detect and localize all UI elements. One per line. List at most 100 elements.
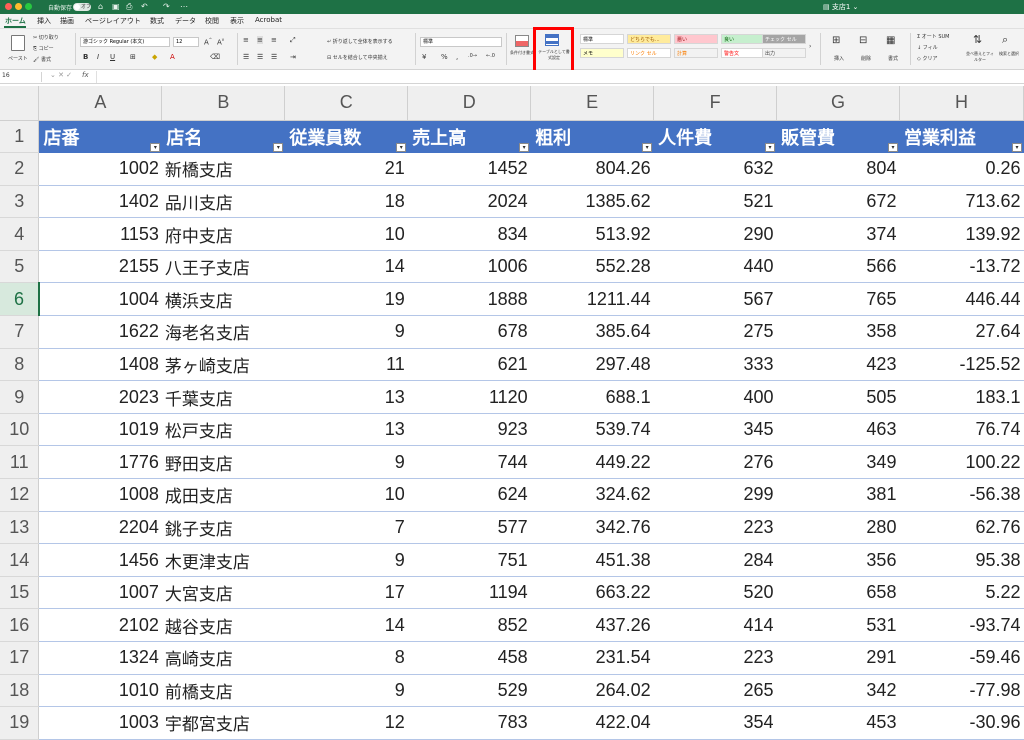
cell-a[interactable]: 2023 <box>38 380 162 414</box>
cell-e[interactable]: 385.64 <box>530 315 654 349</box>
cell-h[interactable]: 446.44 <box>899 282 1024 317</box>
redo-icon[interactable]: ↷ <box>163 2 170 11</box>
tab-draw[interactable]: 描画 <box>60 16 74 26</box>
cell-c[interactable]: 7 <box>284 511 408 545</box>
cell-e[interactable]: 449.22 <box>530 445 654 480</box>
cell-d[interactable]: 751 <box>407 543 531 577</box>
cell-g[interactable]: 280 <box>776 511 900 545</box>
font-color-icon[interactable]: A <box>170 53 175 61</box>
format-cells-button[interactable]: ▦ 書式 <box>882 33 904 65</box>
cell-g[interactable]: 463 <box>776 413 900 447</box>
tab-insert[interactable]: 挿入 <box>37 16 51 26</box>
column-header-h[interactable]: H <box>899 86 1024 121</box>
cell-h[interactable]: 76.74 <box>899 413 1024 447</box>
filter-dropdown-icon[interactable]: ▾ <box>1012 142 1022 152</box>
cell-g[interactable]: 672 <box>776 185 900 219</box>
autosum-button[interactable]: Σ オート SUM <box>917 33 950 40</box>
cell-b[interactable]: 府中支店 <box>161 217 285 251</box>
cell-h[interactable]: 139.92 <box>899 217 1024 251</box>
filter-dropdown-icon[interactable]: ▾ <box>519 142 530 152</box>
style-linked-cell[interactable]: リンク セル <box>627 48 671 58</box>
cell-e[interactable]: 342.76 <box>530 511 654 545</box>
paste-button[interactable]: ペースト <box>6 33 32 63</box>
cell-f[interactable]: 290 <box>653 217 777 251</box>
cell-d[interactable]: 834 <box>407 217 531 251</box>
cell-f[interactable]: 275 <box>653 315 777 349</box>
cell-g[interactable]: 804 <box>776 152 900 186</box>
cell-c[interactable]: 10 <box>284 217 408 251</box>
column-header-f[interactable]: F <box>653 86 778 121</box>
cell-a[interactable]: 1622 <box>38 315 162 349</box>
cell-g[interactable]: 765 <box>776 282 900 317</box>
cell-c[interactable]: 12 <box>284 706 408 740</box>
cell-d[interactable]: 1888 <box>407 282 531 317</box>
cell-g[interactable]: 453 <box>776 706 900 740</box>
cell-a[interactable]: 1153 <box>38 217 162 251</box>
cell-h[interactable]: 27.64 <box>899 315 1024 349</box>
cell-b[interactable]: 大宮支店 <box>161 576 285 610</box>
filter-dropdown-icon[interactable]: ▾ <box>150 142 161 152</box>
formula-input[interactable] <box>96 71 1020 83</box>
cell-c[interactable]: 13 <box>284 380 408 414</box>
number-format-select[interactable]: 標準 <box>420 37 502 47</box>
indent-icon[interactable]: ⇥ <box>290 53 296 61</box>
cell-e[interactable]: 1211.44 <box>530 282 654 317</box>
cell-d[interactable]: 1120 <box>407 380 531 414</box>
row-header[interactable]: 9 <box>0 380 40 414</box>
cell-b[interactable]: 品川支店 <box>161 185 285 219</box>
home-icon[interactable]: ⌂ <box>98 2 103 11</box>
cell-f[interactable]: 223 <box>653 641 777 675</box>
cell-d[interactable]: 744 <box>407 445 531 480</box>
cell-a[interactable]: 1776 <box>38 445 162 480</box>
cell-c[interactable]: 14 <box>284 250 408 284</box>
cell-a[interactable]: 1010 <box>38 674 162 708</box>
wrap-text-button[interactable]: ↵ 折り返して全体を表示する <box>327 38 393 45</box>
cell-d[interactable]: 2024 <box>407 185 531 219</box>
table-header-cell[interactable]: 店番 ▾ <box>38 120 163 153</box>
cell-d[interactable]: 529 <box>407 674 531 708</box>
cell-f[interactable]: 632 <box>653 152 777 186</box>
cell-h[interactable]: 5.22 <box>899 576 1024 610</box>
cell-d[interactable]: 621 <box>407 348 531 382</box>
filter-dropdown-icon[interactable]: ▾ <box>273 142 284 152</box>
cell-b[interactable]: 茅ヶ崎支店 <box>161 348 285 382</box>
cell-e[interactable]: 451.38 <box>530 543 654 577</box>
cell-g[interactable]: 356 <box>776 543 900 577</box>
cell-b[interactable]: 海老名支店 <box>161 315 285 349</box>
fill-button[interactable]: ↓ フィル <box>917 44 938 51</box>
align-bottom-icon[interactable]: ≡ <box>271 36 277 44</box>
style-calculation[interactable]: 計算 <box>674 48 718 58</box>
cell-d[interactable]: 923 <box>407 413 531 447</box>
cell-a[interactable]: 1004 <box>38 282 162 317</box>
cell-b[interactable]: 野田支店 <box>161 445 285 480</box>
cell-b[interactable]: 越谷支店 <box>161 608 285 642</box>
column-header-g[interactable]: G <box>776 86 900 121</box>
decrease-decimal-icon[interactable]: ←.0 <box>486 53 495 59</box>
cell-c[interactable]: 9 <box>284 315 408 349</box>
row-header[interactable]: 10 <box>0 413 40 447</box>
tab-view[interactable]: 表示 <box>230 16 244 26</box>
cell-g[interactable]: 374 <box>776 217 900 251</box>
cell-e[interactable]: 552.28 <box>530 250 654 284</box>
italic-button[interactable]: I <box>97 53 99 61</box>
cell-c[interactable]: 13 <box>284 413 408 447</box>
cell-c[interactable]: 10 <box>284 478 408 512</box>
cell-c[interactable]: 21 <box>284 152 408 186</box>
row-header[interactable]: 4 <box>0 217 40 251</box>
row-header[interactable]: 8 <box>0 348 40 382</box>
row-header[interactable]: 2 <box>0 152 40 186</box>
cell-h[interactable]: -30.96 <box>899 706 1024 740</box>
cell-h[interactable]: -77.98 <box>899 674 1024 708</box>
cut-button[interactable]: ✂ 切り取り <box>33 34 59 41</box>
print-icon[interactable]: ⎙ <box>126 2 132 12</box>
tab-formulas[interactable]: 数式 <box>150 16 164 26</box>
cell-e[interactable]: 437.26 <box>530 608 654 642</box>
increase-font-icon[interactable]: A^ <box>204 37 212 46</box>
cell-c[interactable]: 8 <box>284 641 408 675</box>
filter-dropdown-icon[interactable]: ▾ <box>396 142 407 152</box>
tab-review[interactable]: 校閲 <box>205 16 219 26</box>
cell-h[interactable]: 183.1 <box>899 380 1024 414</box>
style-normal[interactable]: 標準 <box>580 34 624 44</box>
cell-c[interactable]: 18 <box>284 185 408 219</box>
cell-h[interactable]: 62.76 <box>899 511 1024 545</box>
